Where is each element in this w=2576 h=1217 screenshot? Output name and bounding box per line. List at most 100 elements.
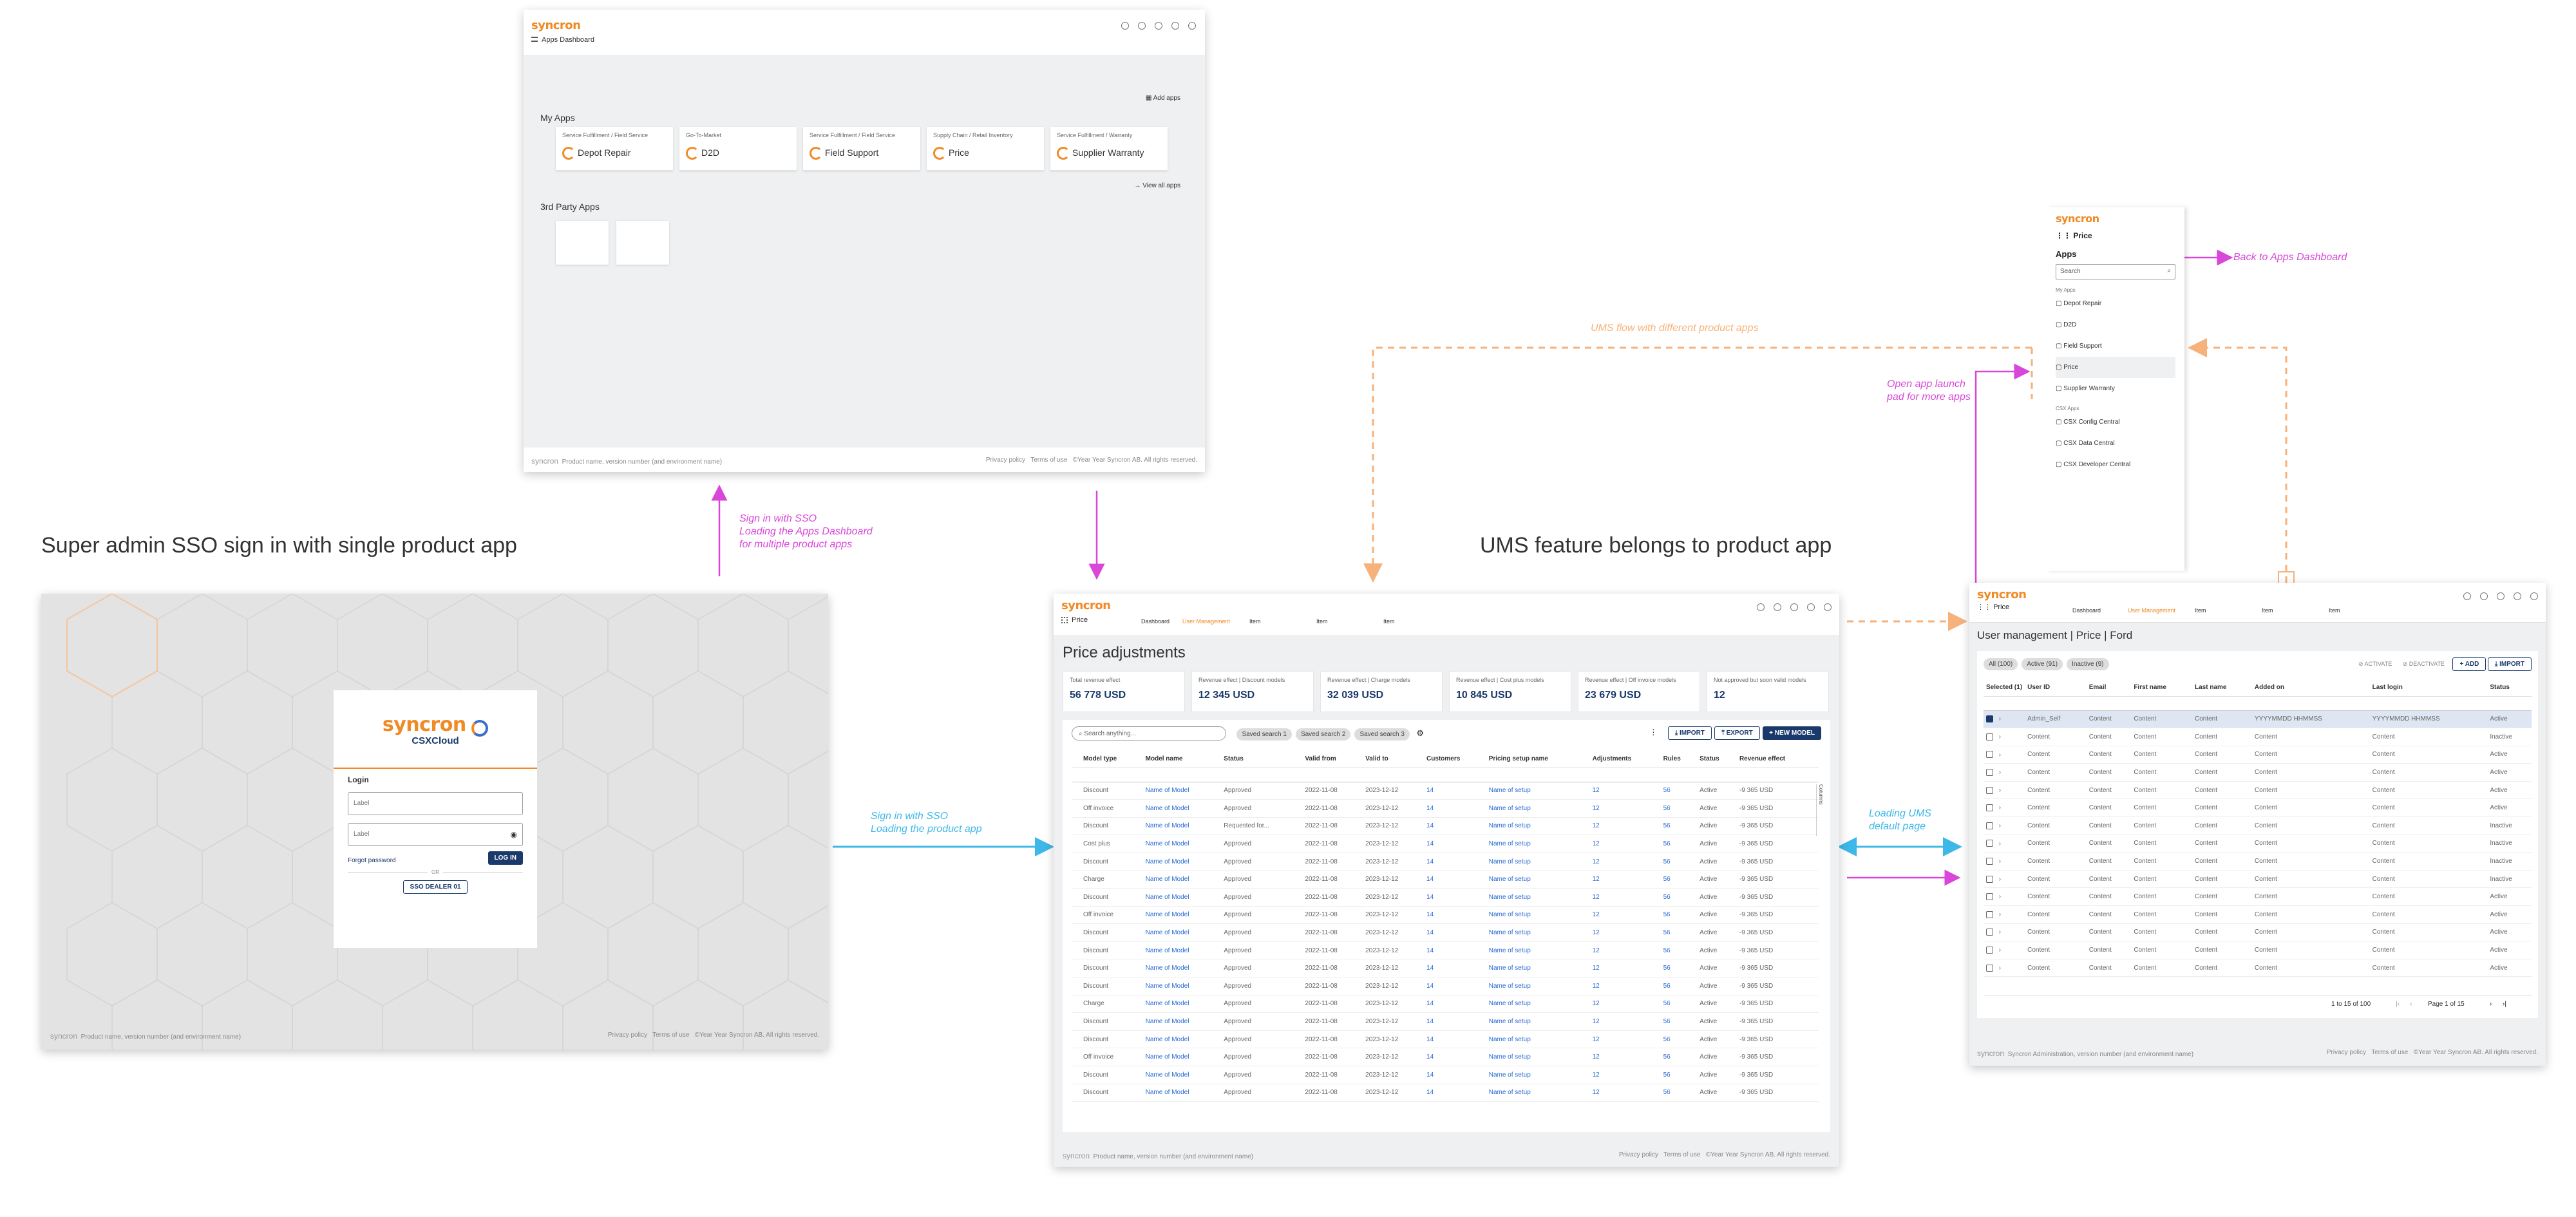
column-filter[interactable] bbox=[1589, 768, 1661, 782]
table-cell[interactable]: Name of Model bbox=[1142, 888, 1222, 907]
table-cell[interactable]: 12 bbox=[1589, 1030, 1661, 1049]
import-button[interactable]: ⤓ IMPORT bbox=[1667, 726, 1712, 740]
row-select[interactable]: › bbox=[1984, 710, 2025, 729]
nav-item[interactable]: Item bbox=[2329, 607, 2396, 614]
columns-side-tab[interactable]: Columns bbox=[1816, 784, 1824, 836]
table-cell[interactable]: 14 bbox=[1424, 817, 1486, 836]
saved-search-chip[interactable]: Saved search 1 bbox=[1236, 728, 1292, 741]
table-cell[interactable]: 56 bbox=[1660, 853, 1698, 871]
table-row[interactable]: Charge Name of Model Approved 2022-11-08 202… bbox=[1072, 995, 1819, 1014]
table-cell[interactable]: 14 bbox=[1424, 1084, 1486, 1102]
table-row[interactable]: Discount Name of Model Approved 2022-11-08 2… bbox=[1072, 1084, 1819, 1102]
row-select[interactable]: › bbox=[1984, 816, 2025, 835]
column-filter[interactable] bbox=[1736, 768, 1819, 782]
table-cell[interactable]: Name of setup bbox=[1486, 799, 1590, 818]
table-cell[interactable]: Name of Model bbox=[1142, 1030, 1222, 1049]
column-header[interactable]: Model type bbox=[1081, 751, 1143, 768]
app-grid-icon[interactable]: ⋮⋮ bbox=[1977, 603, 1991, 611]
column-filter[interactable] bbox=[2251, 696, 2370, 711]
expand-icon[interactable]: › bbox=[1997, 858, 2001, 865]
app-card[interactable]: Go-To-Market D2D bbox=[679, 127, 797, 171]
column-header[interactable]: Rules bbox=[1660, 751, 1698, 768]
row-select[interactable]: › bbox=[1984, 798, 2025, 818]
expand-icon[interactable]: › bbox=[1997, 733, 2001, 741]
table-row[interactable]: Discount Name of Model Approved 2022-11-08 2… bbox=[1072, 888, 1819, 907]
table-cell[interactable]: Name of Model bbox=[1142, 799, 1222, 818]
row-select[interactable] bbox=[1072, 835, 1081, 853]
column-filter[interactable] bbox=[2192, 696, 2252, 711]
row-select[interactable]: › bbox=[1984, 959, 2025, 977]
table-row[interactable]: › Content Content Content Content Content Cont… bbox=[1984, 941, 2532, 959]
row-select[interactable] bbox=[1072, 1084, 1081, 1102]
row-select[interactable] bbox=[1072, 799, 1081, 818]
terms-link[interactable]: Terms of use bbox=[1663, 1151, 1700, 1158]
column-header[interactable]: Valid to bbox=[1363, 751, 1425, 768]
table-cell[interactable]: Name of setup bbox=[1486, 835, 1590, 853]
table-row[interactable]: › Content Content Content Content Content Cont… bbox=[1984, 852, 2532, 871]
table-cell[interactable]: 14 bbox=[1424, 1030, 1486, 1049]
password-field[interactable]: Label ◉ bbox=[348, 823, 523, 846]
column-header[interactable]: Valid from bbox=[1302, 751, 1363, 768]
nav-item[interactable]: Item bbox=[2195, 607, 2262, 614]
table-cell[interactable]: 12 bbox=[1589, 995, 1661, 1014]
username-field[interactable]: Label bbox=[348, 792, 523, 815]
table-cell[interactable]: 14 bbox=[1424, 977, 1486, 995]
table-cell[interactable]: 56 bbox=[1660, 870, 1698, 889]
table-cell[interactable]: 12 bbox=[1589, 959, 1661, 978]
table-cell[interactable]: 14 bbox=[1424, 1048, 1486, 1066]
table-cell[interactable]: Name of Model bbox=[1142, 1084, 1222, 1102]
table-cell[interactable]: 56 bbox=[1660, 799, 1698, 818]
table-cell[interactable]: Name of Model bbox=[1142, 941, 1222, 960]
row-select[interactable] bbox=[1072, 888, 1081, 907]
table-cell[interactable]: Name of setup bbox=[1486, 853, 1590, 871]
deactivate-button[interactable]: ⊘ DEACTIVATE bbox=[2403, 661, 2445, 667]
table-cell[interactable]: Name of setup bbox=[1486, 959, 1590, 978]
table-row[interactable]: Off invoice Name of Model Approved 2022-11-… bbox=[1072, 906, 1819, 925]
privacy-link[interactable]: Privacy policy bbox=[608, 1032, 647, 1039]
table-row[interactable]: Discount Name of Model Approved 2022-11-08 2… bbox=[1072, 977, 1819, 995]
launchpad-app-item[interactable]: ▢ Price bbox=[2056, 357, 2175, 378]
forgot-password-link[interactable]: Forgot password bbox=[348, 857, 395, 864]
terms-link[interactable]: Terms of use bbox=[1030, 457, 1067, 464]
column-header[interactable]: Model name bbox=[1142, 751, 1222, 768]
table-cell[interactable]: 14 bbox=[1424, 959, 1486, 978]
table-cell[interactable]: 14 bbox=[1424, 941, 1486, 960]
table-row[interactable]: › Content Content Content Content Content Cont… bbox=[1984, 905, 2532, 924]
row-select[interactable]: › bbox=[1984, 835, 2025, 853]
table-cell[interactable]: 14 bbox=[1424, 835, 1486, 853]
activate-button[interactable]: ⊘ ACTIVATE bbox=[2358, 661, 2392, 667]
table-cell[interactable]: 14 bbox=[1424, 853, 1486, 871]
column-header[interactable]: Status bbox=[1697, 751, 1737, 768]
nav-item[interactable]: Dashboard bbox=[1141, 618, 1182, 625]
row-select[interactable] bbox=[1072, 959, 1081, 978]
table-cell[interactable]: 14 bbox=[1424, 1012, 1486, 1031]
table-cell[interactable]: 14 bbox=[1424, 799, 1486, 818]
column-filter[interactable] bbox=[2131, 696, 2192, 711]
sso-dealer-button[interactable]: SSO DEALER 01 bbox=[402, 880, 468, 894]
table-row[interactable]: › Content Content Content Content Content Cont… bbox=[1984, 728, 2532, 746]
column-header[interactable]: Status bbox=[2487, 679, 2532, 697]
column-header[interactable]: Email bbox=[2086, 679, 2132, 697]
view-all-apps-link[interactable]: → View all apps bbox=[1134, 182, 1180, 189]
row-select[interactable] bbox=[1072, 906, 1081, 925]
table-cell[interactable]: Name of Model bbox=[1142, 853, 1222, 871]
column-filter[interactable] bbox=[2369, 696, 2488, 711]
row-select[interactable] bbox=[1072, 817, 1081, 836]
column-header[interactable]: First name bbox=[2131, 679, 2192, 697]
add-apps-button[interactable]: ▦ Add apps bbox=[1146, 95, 1180, 102]
table-cell[interactable]: Name of Model bbox=[1142, 959, 1222, 978]
launchpad-app-item[interactable]: ▢ Depot Repair bbox=[2056, 293, 2175, 314]
table-cell[interactable]: 12 bbox=[1589, 1048, 1661, 1066]
expand-icon[interactable]: › bbox=[1997, 840, 2001, 847]
column-filter[interactable] bbox=[1302, 768, 1363, 782]
row-checkbox[interactable] bbox=[1986, 964, 1993, 972]
table-cell[interactable]: 56 bbox=[1660, 1030, 1698, 1049]
table-row[interactable]: Charge Name of Model Approved 2022-11-08 202… bbox=[1072, 870, 1819, 889]
privacy-link[interactable]: Privacy policy bbox=[1619, 1151, 1658, 1158]
column-filter[interactable] bbox=[1363, 768, 1425, 782]
app-card[interactable]: Supply Chain / Retail Inventory Price bbox=[927, 127, 1044, 171]
launchpad-app-item[interactable]: ▢ D2D bbox=[2056, 314, 2175, 335]
table-cell[interactable]: 12 bbox=[1589, 853, 1661, 871]
expand-icon[interactable]: › bbox=[1997, 804, 2001, 811]
column-header[interactable]: Last name bbox=[2192, 679, 2252, 697]
